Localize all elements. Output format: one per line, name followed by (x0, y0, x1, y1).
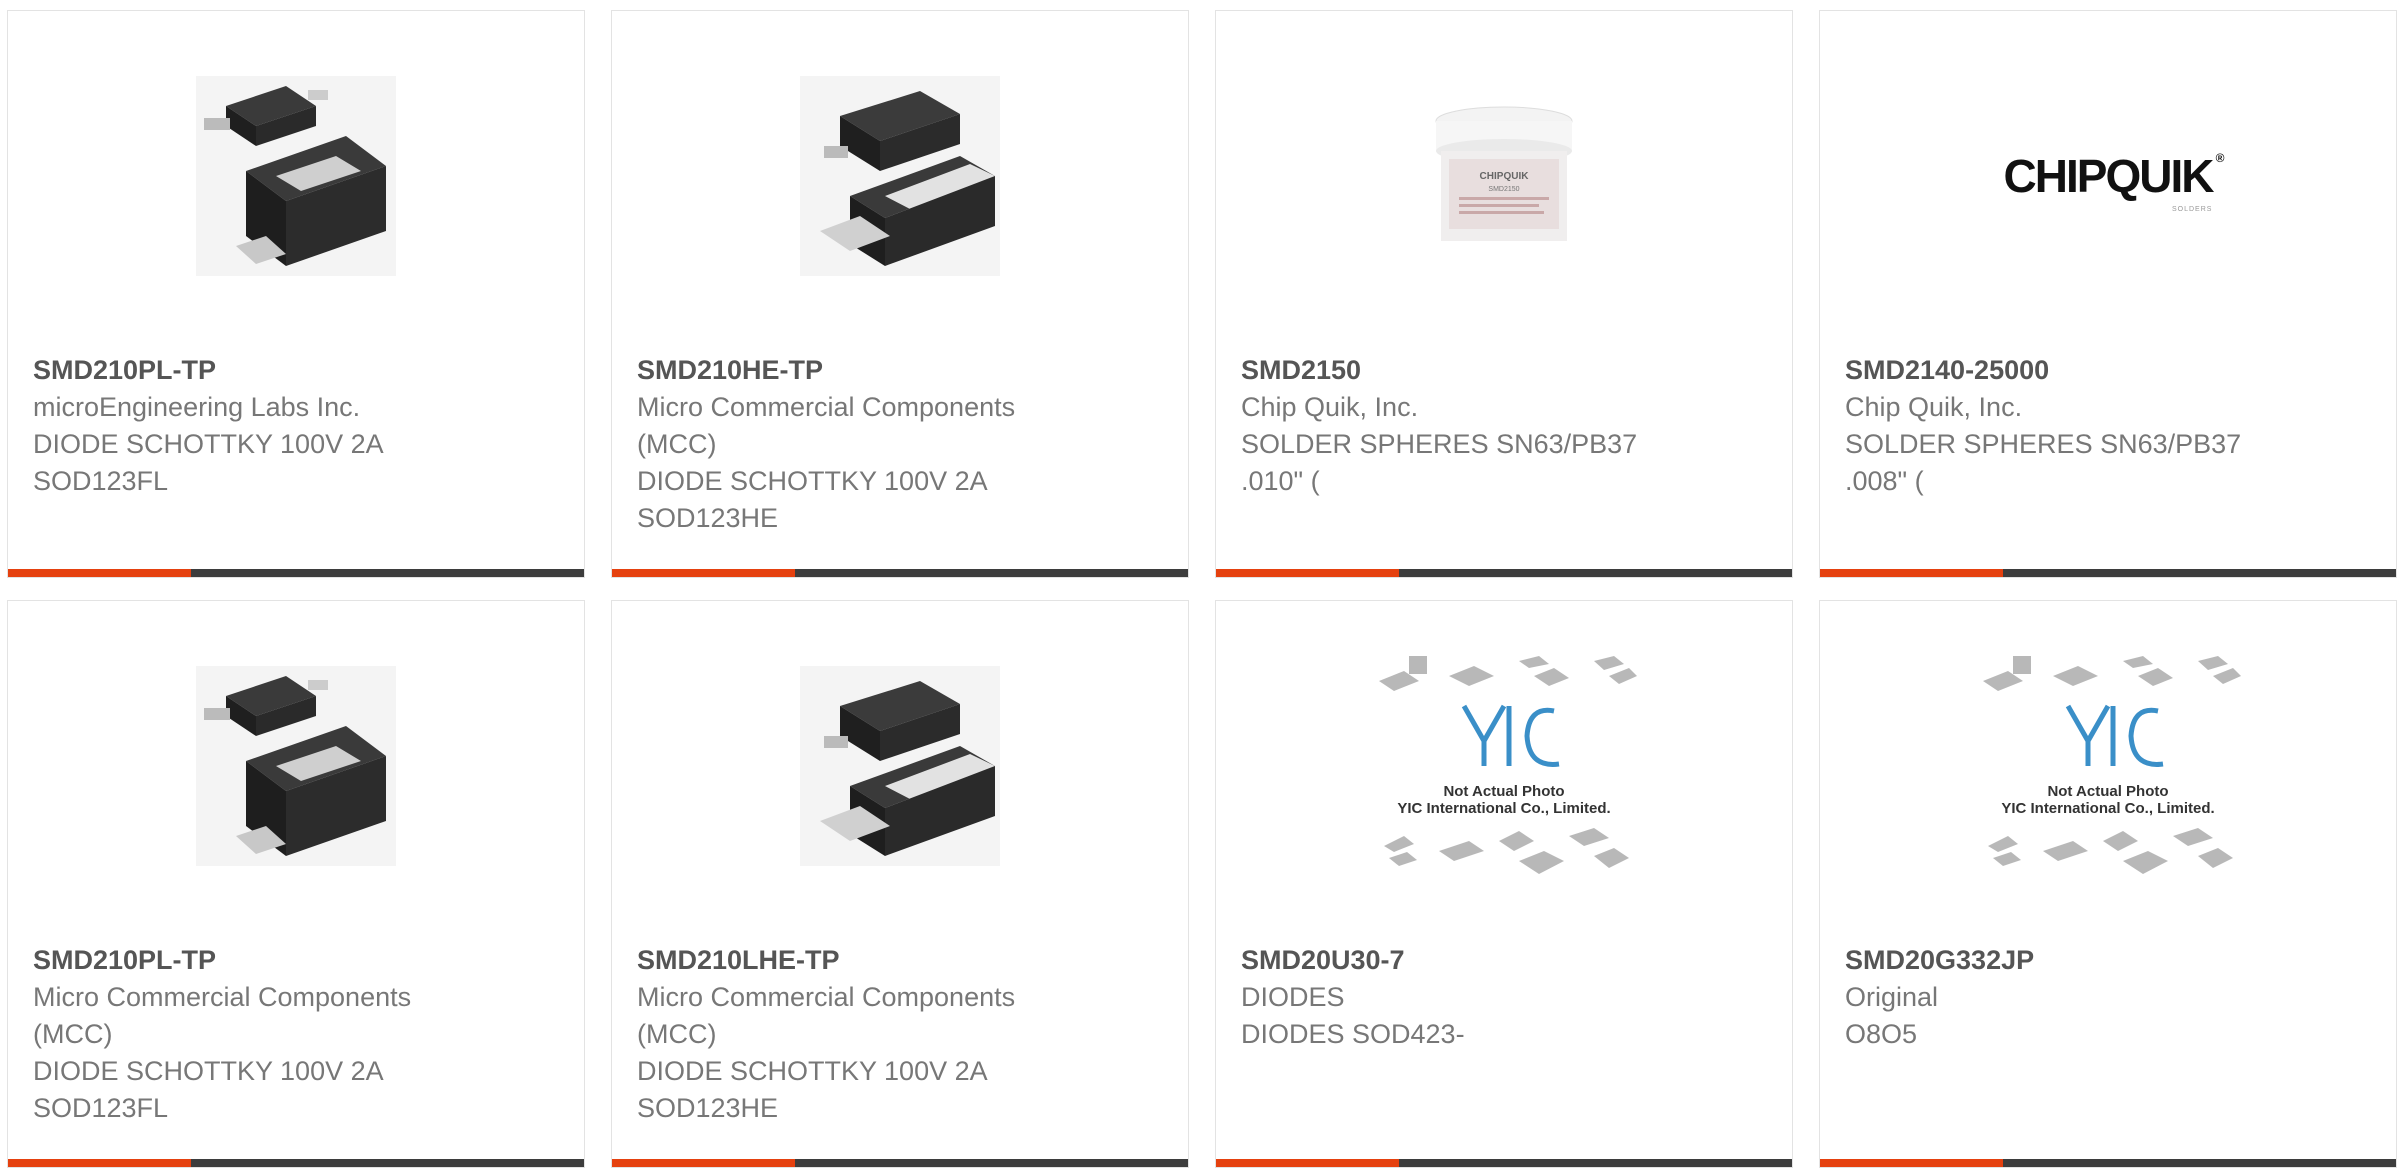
card-accent-bar (612, 569, 795, 577)
product-info: SMD210PL-TP Micro Commercial Components … (33, 941, 473, 1127)
card-bottom-bar (8, 1159, 584, 1167)
card-accent-bar (8, 1159, 191, 1167)
description: DIODE SCHOTTKY 100V 2A SOD123HE (637, 466, 988, 533)
card-accent-bar (8, 569, 191, 577)
card-accent-bar (1820, 1159, 2003, 1167)
part-number[interactable]: SMD2140-25000 (1845, 351, 2285, 389)
part-number[interactable]: SMD20G332JP (1845, 941, 2285, 979)
product-image[interactable]: CHIPQUIK ® SOLDERS (1820, 11, 2396, 341)
placeholder-line2: YIC International Co., Limited. (1397, 800, 1610, 817)
product-grid: SMD210PL-TP microEngineering Labs Inc. D… (0, 0, 2400, 1168)
description: DIODE SCHOTTKY 100V 2A SOD123FL (33, 429, 384, 496)
card-bottom-bar (1820, 1159, 2396, 1167)
diode-sod123fl-image (196, 76, 396, 276)
product-image[interactable]: Not Actual Photo YIC International Co., … (1216, 601, 1792, 931)
card-accent-bar (612, 1159, 795, 1167)
chipquik-logo-image: CHIPQUIK ® SOLDERS (2003, 150, 2225, 213)
description: DIODE SCHOTTKY 100V 2A SOD123HE (637, 1056, 988, 1123)
card-accent-bar (1216, 1159, 1399, 1167)
yic-placeholder-image: Not Actual Photo YIC International Co., … (1379, 656, 1637, 874)
manufacturer: Chip Quik, Inc. (1241, 392, 1419, 422)
diode-sod123fl-image (196, 666, 396, 866)
product-card[interactable]: SMD210PL-TP Micro Commercial Components … (7, 600, 585, 1168)
diode-sod123he-image (800, 666, 1000, 866)
part-number[interactable]: SMD210HE-TP (637, 351, 1077, 389)
card-accent-bar (1216, 569, 1399, 577)
logo-text: CHIPQUIK (2003, 150, 2215, 202)
part-number[interactable]: SMD210LHE-TP (637, 941, 1077, 979)
manufacturer: Micro Commercial Components (MCC) (637, 982, 1016, 1049)
card-bottom-bar (612, 569, 1188, 577)
diode-sod123he-image (800, 76, 1000, 276)
manufacturer: Micro Commercial Components (MCC) (637, 392, 1016, 459)
product-info: SMD210PL-TP microEngineering Labs Inc. D… (33, 351, 473, 500)
placeholder-line1: Not Actual Photo (2047, 783, 2168, 800)
product-card[interactable]: CHIPQUIK ® SOLDERS SMD2140-25000 Chip Qui… (1819, 10, 2397, 578)
solder-jar-image: CHIPQUIK SMD2150 (1435, 106, 1573, 241)
description: DIODE SCHOTTKY 100V 2A SOD123FL (33, 1056, 384, 1123)
product-info: SMD210HE-TP Micro Commercial Components … (637, 351, 1077, 537)
description: SOLDER SPHERES SN63/PB37 .010" ( (1241, 429, 1638, 496)
manufacturer: microEngineering Labs Inc. (33, 392, 361, 422)
product-image[interactable] (612, 11, 1188, 341)
card-accent-bar (1820, 569, 2003, 577)
description: DIODES SOD423- (1241, 1019, 1465, 1049)
product-card[interactable]: SMD210LHE-TP Micro Commercial Components… (611, 600, 1189, 1168)
product-card[interactable]: SMD210PL-TP microEngineering Labs Inc. D… (7, 10, 585, 578)
product-image[interactable] (8, 11, 584, 341)
card-bottom-bar (1216, 569, 1792, 577)
product-info: SMD2150 Chip Quik, Inc. SOLDER SPHERES S… (1241, 351, 1681, 500)
placeholder-line2: YIC International Co., Limited. (2001, 800, 2214, 817)
logo-subtext: SOLDERS (2171, 206, 2213, 213)
part-number[interactable]: SMD2150 (1241, 351, 1681, 389)
product-card[interactable]: CHIPQUIK SMD2150 SMD2150 Chip Quik, Inc.… (1215, 10, 1793, 578)
product-info: SMD20U30-7 DIODES DIODES SOD423- (1241, 941, 1681, 1053)
part-number[interactable]: SMD20U30-7 (1241, 941, 1681, 979)
product-info: SMD20G332JP Original O8O5 (1845, 941, 2285, 1053)
jar-code: SMD2150 (1488, 186, 1519, 193)
placeholder-line1: Not Actual Photo (1443, 783, 1564, 800)
product-card[interactable]: Not Actual Photo YIC International Co., … (1215, 600, 1793, 1168)
card-bottom-bar (1216, 1159, 1792, 1167)
product-card[interactable]: Not Actual Photo YIC International Co., … (1819, 600, 2397, 1168)
product-image[interactable]: CHIPQUIK SMD2150 (1216, 11, 1792, 341)
description: SOLDER SPHERES SN63/PB37 .008" ( (1845, 429, 2242, 496)
product-info: SMD210LHE-TP Micro Commercial Components… (637, 941, 1077, 1127)
jar-brand: CHIPQUIK (1480, 171, 1530, 182)
card-bottom-bar (8, 569, 584, 577)
part-number[interactable]: SMD210PL-TP (33, 351, 473, 389)
yic-placeholder-image: Not Actual Photo YIC International Co., … (1983, 656, 2241, 874)
manufacturer: Micro Commercial Components (MCC) (33, 982, 412, 1049)
card-bottom-bar (612, 1159, 1188, 1167)
product-image[interactable]: Not Actual Photo YIC International Co., … (1820, 601, 2396, 931)
manufacturer: Original (1845, 982, 1939, 1012)
product-image[interactable] (8, 601, 584, 931)
product-card[interactable]: SMD210HE-TP Micro Commercial Components … (611, 10, 1189, 578)
part-number[interactable]: SMD210PL-TP (33, 941, 473, 979)
product-image[interactable] (612, 601, 1188, 931)
product-info: SMD2140-25000 Chip Quik, Inc. SOLDER SPH… (1845, 351, 2285, 500)
description: O8O5 (1845, 1019, 1918, 1049)
card-bottom-bar (1820, 569, 2396, 577)
manufacturer: DIODES (1241, 982, 1345, 1012)
manufacturer: Chip Quik, Inc. (1845, 392, 2023, 422)
